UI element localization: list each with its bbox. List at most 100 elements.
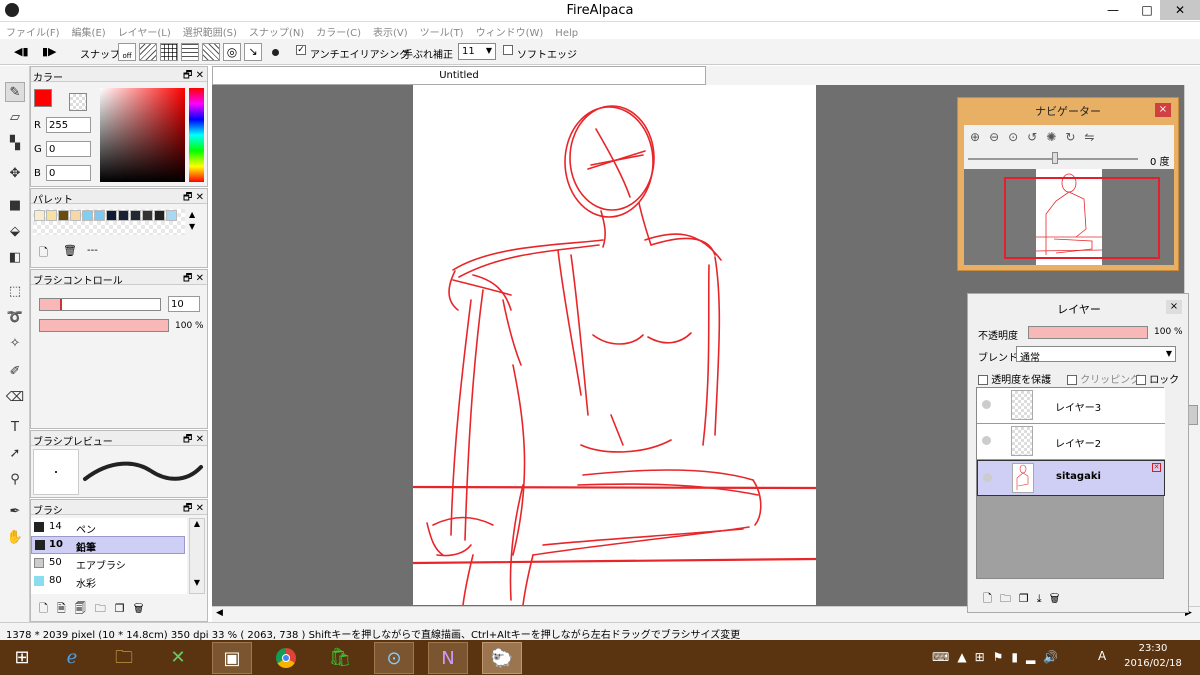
store-icon[interactable]: 🛍 (320, 642, 360, 674)
layer-row[interactable]: レイヤー3 (977, 388, 1165, 424)
scroll-left-icon[interactable]: ◀ (216, 608, 223, 618)
start-windows-icon[interactable]: ⊞ (2, 642, 42, 674)
media-app-icon[interactable]: ▣ (212, 642, 252, 674)
onenote-icon[interactable]: N (428, 642, 468, 674)
rotation-slider-thumb[interactable] (1052, 152, 1058, 164)
trash-icon[interactable]: 🗑 (63, 244, 77, 257)
panel-float-close-icon[interactable]: 🗗 ✕ (183, 432, 204, 449)
undo-icon[interactable]: ◀▮ (14, 45, 29, 58)
internet-explorer-icon[interactable]: ℯ (52, 642, 92, 674)
excel-icon[interactable]: ✕ (158, 642, 198, 674)
drawing-canvas[interactable] (411, 85, 818, 606)
navigator-viewport-rect[interactable] (1004, 177, 1160, 259)
new-folder-icon[interactable]: 🗀 (1000, 592, 1019, 605)
g-input[interactable] (46, 141, 91, 157)
wifi-icon[interactable]: ▂ (1026, 650, 1043, 664)
zoom-in-icon[interactable]: ⊕ (970, 130, 989, 144)
select-tool-icon[interactable]: ⬚ (5, 282, 25, 302)
palette-swatch[interactable] (34, 210, 45, 221)
brush-item[interactable]: 80 水彩 (31, 572, 185, 590)
snap-grid-button[interactable] (160, 43, 178, 61)
background-color-swatch[interactable] (69, 93, 87, 111)
new-palette-icon[interactable]: 🗋 (39, 244, 48, 263)
layer-lock-x-icon[interactable]: ✕ (1152, 463, 1161, 472)
maximize-button[interactable]: □ (1130, 0, 1164, 20)
select-pen-tool-icon[interactable]: ✐ (5, 362, 25, 382)
bucket-tool-icon[interactable]: ⬙ (5, 222, 25, 242)
menu-help[interactable]: Help (549, 26, 584, 39)
skydrive-icon[interactable]: ⊙ (374, 642, 414, 674)
protect-alpha-checkbox[interactable]: 透明度を保護 (978, 371, 1051, 386)
lasso-tool-icon[interactable]: ➰ (5, 308, 25, 328)
saturation-value-picker[interactable] (100, 88, 185, 182)
operation-tool-icon[interactable]: ➚ (5, 444, 25, 464)
clock-date[interactable]: 2016/02/18 (1120, 658, 1186, 669)
visibility-toggle-icon[interactable] (982, 400, 991, 409)
snap-circle-button[interactable]: ◎ (223, 43, 241, 61)
snap-parallel-button[interactable] (139, 43, 157, 61)
rotate-right-icon[interactable]: ↻ (1065, 130, 1084, 144)
menu-window[interactable]: ウィンドウ(W) (470, 22, 550, 39)
duplicate-brush-icon[interactable]: ❐ (115, 602, 134, 615)
brush-list-scrollbar[interactable]: ▲ ▼ (189, 518, 205, 594)
zoom-out-icon[interactable]: ⊖ (989, 130, 1008, 144)
navigator-preview[interactable] (964, 169, 1174, 265)
menu-view[interactable]: 表示(V) (367, 22, 414, 39)
soft-edge-checkbox[interactable] (503, 45, 513, 56)
trash-icon[interactable]: 🗑 (134, 602, 153, 615)
brush-script-icon[interactable]: 🗐 (75, 602, 95, 615)
menu-color[interactable]: カラー(C) (310, 22, 367, 39)
layer-row[interactable]: レイヤー2 (977, 424, 1165, 460)
foreground-color-swatch[interactable] (34, 89, 52, 107)
lock-checkbox[interactable]: ロック (1136, 371, 1179, 386)
flag-icon[interactable]: ⚑ (993, 650, 1012, 664)
menu-edit[interactable]: 編集(E) (66, 22, 112, 39)
select-eraser-tool-icon[interactable]: ⌫ (5, 388, 25, 408)
menu-file[interactable]: ファイル(F) (0, 22, 66, 39)
snap-curve-button[interactable]: ↘ (244, 43, 262, 61)
rotate-reset-icon[interactable]: ✺ (1046, 130, 1065, 144)
brush-item[interactable]: 14 ペン (31, 518, 185, 536)
menu-tools[interactable]: ツール(T) (414, 22, 470, 39)
clipping-checkbox[interactable]: クリッピング (1067, 371, 1140, 386)
chrome-icon[interactable] (266, 642, 306, 674)
text-tool-icon[interactable]: T (5, 418, 25, 438)
palette-scroll-arrows[interactable]: ▲ ▼ (189, 209, 195, 233)
fill-rect-tool-icon[interactable]: ■ (5, 196, 25, 216)
snap-off-button[interactable]: off (118, 43, 136, 61)
close-button[interactable]: ✕ (1160, 0, 1200, 20)
duplicate-layer-icon[interactable]: ❐ (1019, 592, 1037, 605)
brush-opacity-slider[interactable] (39, 319, 169, 332)
antialias-checkbox[interactable]: ✓ (296, 45, 306, 56)
layer-opacity-slider[interactable] (1028, 326, 1148, 339)
firealpaca-taskbar-icon[interactable]: 🐑 (482, 642, 522, 674)
snap-dot-icon[interactable] (272, 49, 279, 56)
flip-icon[interactable]: ⇋ (1084, 130, 1103, 144)
menu-snap[interactable]: スナップ(N) (243, 22, 310, 39)
clock-time[interactable]: 23:30 (1120, 643, 1186, 654)
palette-swatch[interactable] (106, 210, 117, 221)
ime-indicator[interactable]: A (1098, 649, 1106, 663)
brush-settings-icon[interactable]: 🗎 (57, 602, 75, 615)
dropper-tool-icon[interactable]: ⚲ (5, 470, 25, 490)
file-explorer-icon[interactable]: 🗀 (104, 642, 144, 674)
new-layer-icon[interactable]: 🗋 (983, 592, 1000, 605)
layer-panel-close-button[interactable]: × (1166, 300, 1182, 314)
brush-size-input[interactable] (168, 296, 200, 312)
navigator-close-button[interactable]: × (1155, 103, 1171, 117)
panel-float-close-icon[interactable]: 🗗 ✕ (183, 271, 204, 288)
eyedropper-tool-icon[interactable]: ✒ (5, 502, 25, 522)
document-tab[interactable]: Untitled (212, 66, 706, 85)
move-tool-icon[interactable]: ✥ (5, 164, 25, 184)
merge-down-icon[interactable]: ⤓ (1037, 592, 1050, 605)
hue-slider[interactable] (189, 88, 204, 182)
minimize-button[interactable]: — (1096, 0, 1130, 20)
palette-swatch[interactable] (154, 210, 165, 221)
rotate-left-icon[interactable]: ↺ (1027, 130, 1046, 144)
brush-size-slider[interactable] (39, 298, 161, 311)
zoom-fit-icon[interactable]: ⊙ (1008, 130, 1027, 144)
blend-mode-select[interactable]: 通常 ▼ (1016, 346, 1176, 364)
trash-icon[interactable]: 🗑 (1050, 592, 1068, 605)
r-input[interactable] (46, 117, 91, 133)
palette-swatch[interactable] (82, 210, 93, 221)
